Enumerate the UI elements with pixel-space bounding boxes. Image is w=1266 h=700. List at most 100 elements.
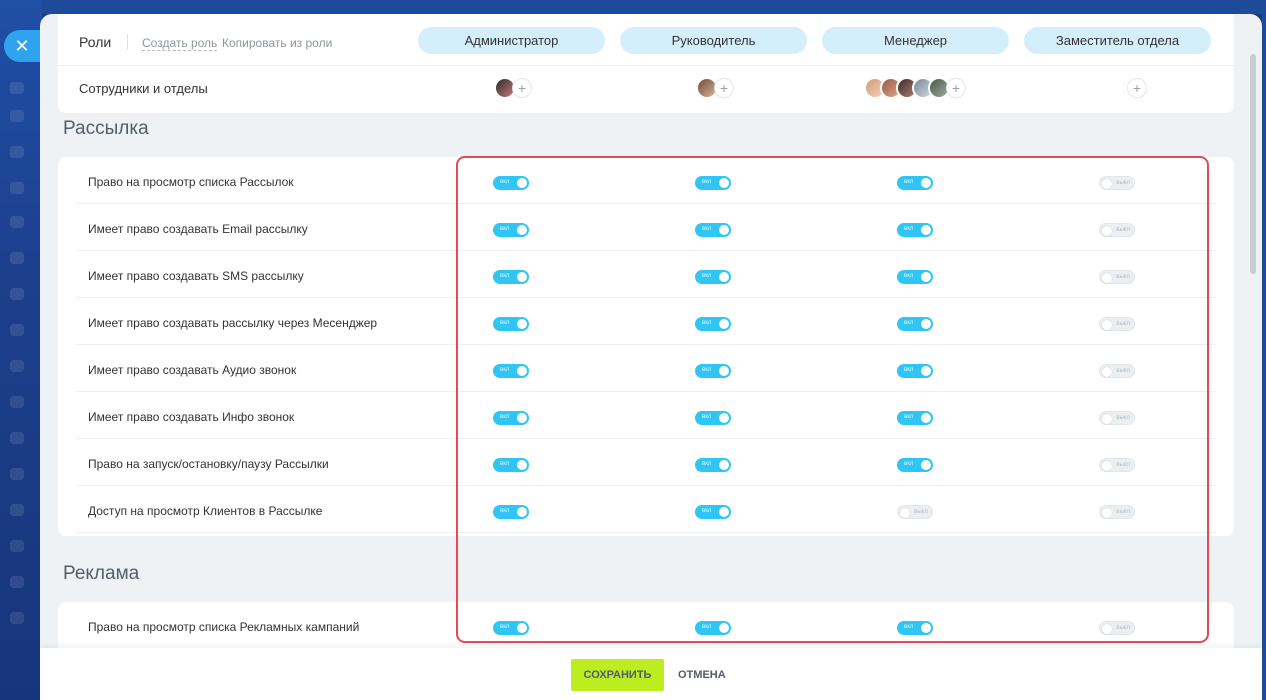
toggle-deputy[interactable]: выкл [1099, 621, 1135, 635]
toggle-manager[interactable]: вкл [897, 270, 933, 284]
toggle-manager[interactable]: вкл [897, 317, 933, 331]
toggle-head[interactable]: вкл [695, 270, 731, 284]
toggle-manager[interactable]: вкл [897, 364, 933, 378]
roles-title: Роли [79, 34, 112, 50]
toggle-head[interactable]: вкл [695, 176, 731, 190]
toggle-administrator[interactable]: вкл [493, 621, 529, 635]
cancel-button[interactable]: ОТМЕНА [678, 659, 726, 691]
toggle-head[interactable]: вкл [695, 364, 731, 378]
toggle-knob [900, 508, 910, 518]
toggle-state-label: выкл [1116, 368, 1130, 374]
copy-role-link[interactable]: Копировать из роли [222, 36, 332, 50]
toggle-state-label: вкл [500, 508, 510, 514]
toggle-deputy[interactable]: выкл [1099, 176, 1135, 190]
toggle-state-label: вкл [702, 179, 712, 185]
toggle-state-label: выкл [1116, 274, 1130, 280]
create-role-link[interactable]: Создать роль [142, 36, 218, 51]
toggle-knob [921, 225, 931, 235]
background-top [0, 0, 1266, 14]
toggle-manager[interactable]: вкл [897, 176, 933, 190]
toggle-state-label: вкл [904, 273, 914, 279]
toggle-state-label: вкл [904, 367, 914, 373]
toggle-knob [517, 319, 527, 329]
staff-label: Сотрудники и отделы [79, 81, 208, 96]
toggle-knob [1102, 226, 1112, 236]
toggle-deputy[interactable]: выкл [1099, 364, 1135, 378]
close-icon[interactable]: ✕ [4, 30, 40, 62]
add-member-icon[interactable]: + [946, 78, 966, 98]
toggle-deputy[interactable]: выкл [1099, 411, 1135, 425]
toggle-head[interactable]: вкл [695, 505, 731, 519]
toggle-administrator[interactable]: вкл [493, 411, 529, 425]
role-administrator[interactable]: Администратор [418, 27, 605, 54]
toggle-knob [517, 413, 527, 423]
add-member-icon[interactable]: + [1127, 78, 1147, 98]
toggle-deputy[interactable]: выкл [1099, 223, 1135, 237]
permission-label: Имеет право создавать SMS рассылку [88, 269, 304, 283]
toggle-state-label: вкл [702, 508, 712, 514]
toggle-administrator[interactable]: вкл [493, 176, 529, 190]
toggle-knob [1102, 179, 1112, 189]
toggle-state-label: выкл [1116, 625, 1130, 631]
toggle-administrator[interactable]: вкл [493, 505, 529, 519]
toggle-deputy[interactable]: выкл [1099, 505, 1135, 519]
toggle-state-label: вкл [500, 414, 510, 420]
toggle-deputy[interactable]: выкл [1099, 458, 1135, 472]
toggle-knob [1102, 624, 1112, 634]
toggle-knob [921, 460, 931, 470]
toggle-deputy[interactable]: выкл [1099, 270, 1135, 284]
toggle-state-label: выкл [1116, 227, 1130, 233]
add-member-icon[interactable]: + [714, 78, 734, 98]
toggle-deputy[interactable]: выкл [1099, 317, 1135, 331]
toggle-administrator[interactable]: вкл [493, 317, 529, 331]
toggle-knob [719, 460, 729, 470]
mailing-permissions-card: Право на просмотр списка Рассылок вкл вкл в… [58, 157, 1234, 536]
deputy-members: + [1125, 76, 1147, 100]
permission-row: Право на запуск/остановку/паузу Рассылки… [76, 439, 1216, 486]
toggle-knob [1102, 273, 1112, 283]
toggle-knob [719, 366, 729, 376]
role-manager[interactable]: Менеджер [822, 27, 1009, 54]
save-button[interactable]: СОХРАНИТЬ [571, 659, 664, 691]
administrator-members: + [494, 76, 532, 100]
toggle-state-label: выкл [1116, 509, 1130, 515]
toggle-state-label: вкл [500, 461, 510, 467]
toggle-state-label: выкл [1116, 462, 1130, 468]
toggle-state-label: вкл [702, 461, 712, 467]
toggle-state-label: вкл [500, 624, 510, 630]
toggle-state-label: вкл [904, 624, 914, 630]
permission-row: Имеет право создавать рассылку через Мес… [76, 298, 1216, 345]
permission-label: Право на просмотр списка Рекламных кампа… [88, 620, 360, 634]
toggle-head[interactable]: вкл [695, 317, 731, 331]
toggle-state-label: вкл [904, 414, 914, 420]
toggle-state-label: вкл [702, 320, 712, 326]
permission-row: Имеет право создавать Инфо звонок вкл вкл в… [76, 392, 1216, 439]
section-title-ads: Реклама [63, 563, 140, 584]
toggle-head[interactable]: вкл [695, 458, 731, 472]
roles-header-row: Роли Создать роль Копировать из роли Адм… [58, 14, 1234, 66]
background-left-menu [0, 0, 42, 700]
add-member-icon[interactable]: + [512, 78, 532, 98]
toggle-manager[interactable]: выкл [897, 505, 933, 519]
toggle-knob [719, 413, 729, 423]
toggle-knob [921, 319, 931, 329]
toggle-administrator[interactable]: вкл [493, 270, 529, 284]
toggle-administrator[interactable]: вкл [493, 458, 529, 472]
toggle-knob [921, 623, 931, 633]
scrollbar[interactable] [1250, 54, 1256, 274]
toggle-head[interactable]: вкл [695, 223, 731, 237]
toggle-state-label: вкл [702, 367, 712, 373]
role-head[interactable]: Руководитель [620, 27, 807, 54]
toggle-state-label: вкл [500, 320, 510, 326]
toggle-administrator[interactable]: вкл [493, 223, 529, 237]
permission-row: Право на просмотр списка Рекламных кампа… [76, 602, 1216, 649]
toggle-knob [517, 178, 527, 188]
toggle-manager[interactable]: вкл [897, 458, 933, 472]
toggle-administrator[interactable]: вкл [493, 364, 529, 378]
toggle-head[interactable]: вкл [695, 411, 731, 425]
toggle-manager[interactable]: вкл [897, 223, 933, 237]
toggle-head[interactable]: вкл [695, 621, 731, 635]
toggle-manager[interactable]: вкл [897, 411, 933, 425]
toggle-manager[interactable]: вкл [897, 621, 933, 635]
role-deputy[interactable]: Заместитель отдела [1024, 27, 1211, 54]
